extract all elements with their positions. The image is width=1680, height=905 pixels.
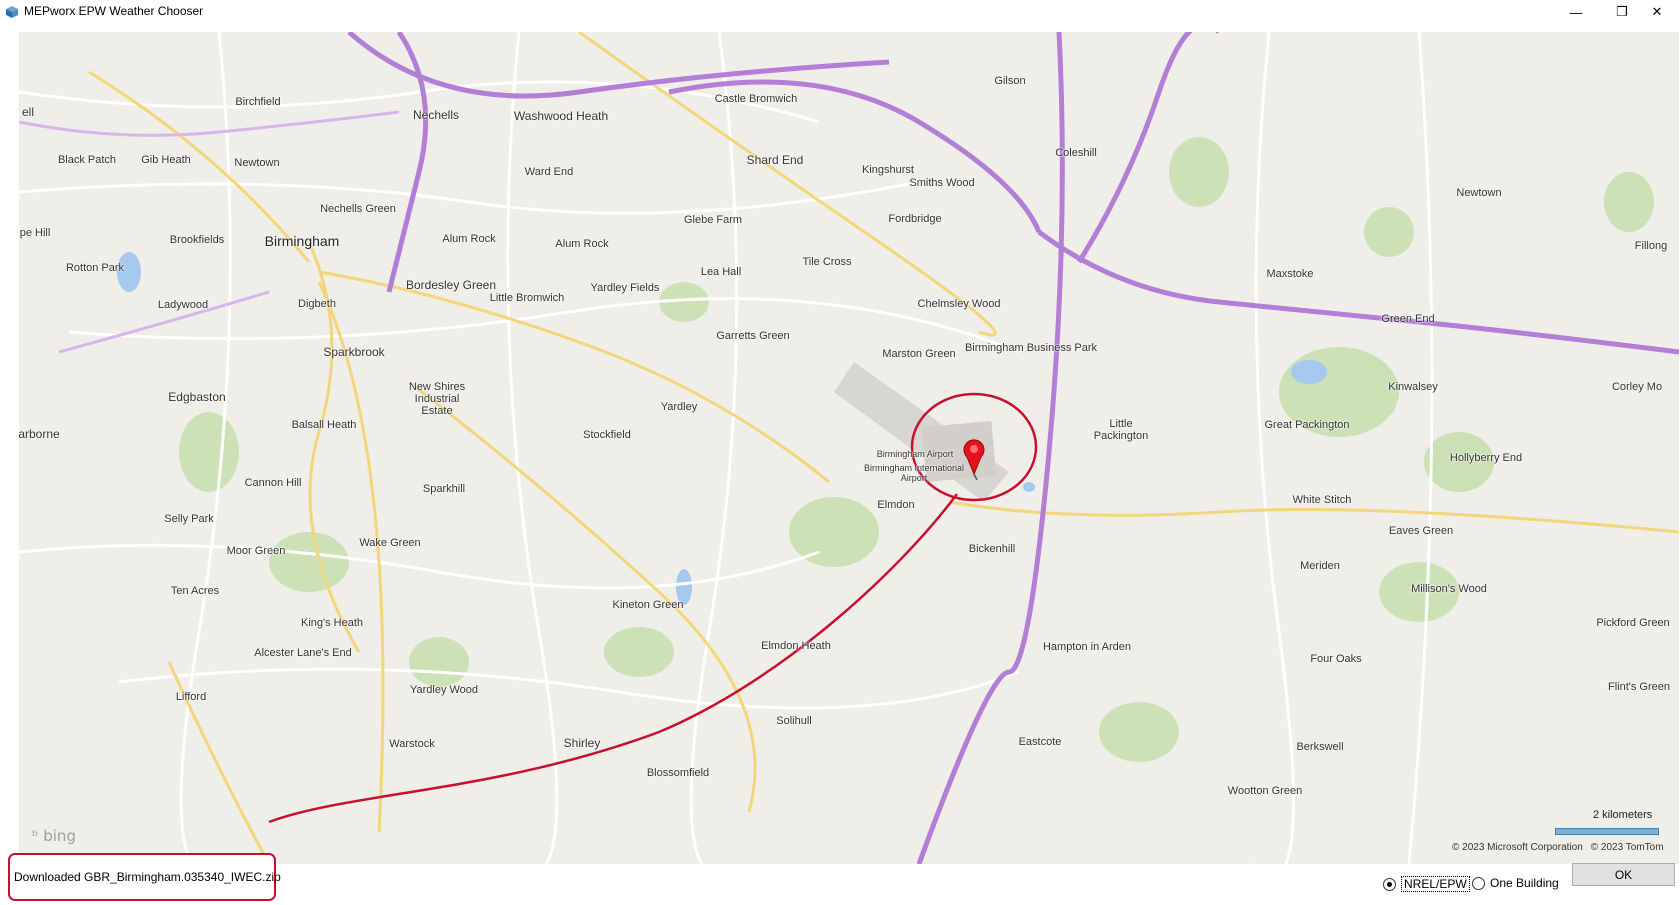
place-label: Washwood Heath (513, 109, 609, 123)
place-label: Black Patch (57, 154, 117, 166)
place-label: Eaves Green (1388, 525, 1454, 537)
bing-logo: ᵇ bing (32, 827, 76, 845)
place-label: Digbeth (298, 298, 336, 310)
scale-label: 2 kilometers (1593, 809, 1653, 821)
app-cube-icon (6, 6, 18, 18)
place-label: Sparkhill (422, 483, 466, 495)
place-label: Birmingham Business Park (964, 342, 1098, 354)
place-label: Yardley (660, 401, 698, 413)
window-titlebar: MEPworx EPW Weather Chooser — ❐ ✕ (0, 0, 1680, 24)
place-label: Moor Green (226, 545, 286, 557)
radio-unselected-icon[interactable] (1472, 876, 1485, 890)
place-label: Solihull (776, 715, 812, 727)
place-label: Hollyberry End (1449, 452, 1523, 464)
place-label: Ladywood (157, 299, 209, 311)
place-label: Fordbridge (888, 213, 942, 225)
source-option-one-building[interactable]: One Building (1472, 876, 1559, 890)
place-label: Lifford (175, 691, 207, 703)
scale-bar (1555, 828, 1659, 835)
source-option-nrel-epw[interactable]: NREL/EPW (1383, 876, 1470, 892)
place-label: Nechells (412, 108, 460, 122)
place-label: King's Heath (300, 617, 364, 629)
place-label: Marston Green (882, 348, 956, 360)
place-label: arborne (19, 427, 60, 441)
place-label: pe Hill (19, 227, 51, 239)
place-label: Elmdon (877, 499, 915, 511)
radio-label: NREL/EPW (1401, 876, 1470, 892)
place-label: Ten Acres (170, 585, 220, 597)
place-label: Ward End (524, 166, 574, 178)
place-label: Kineton Green (612, 599, 684, 611)
place-label: Berkswell (1296, 741, 1344, 753)
place-label: Meriden (1300, 560, 1340, 572)
place-label: Pickford Green (1596, 617, 1670, 629)
place-label: Coleshill (1055, 147, 1097, 159)
place-label: Selly Park (164, 513, 214, 525)
minimize-button[interactable]: — (1553, 0, 1599, 24)
place-label: Nechells Green (320, 203, 396, 215)
place-label: Shirley (563, 736, 601, 750)
place-label: Yardley Wood (409, 684, 479, 696)
place-label: Wake Green (359, 537, 421, 549)
place-label: Fillong (1634, 240, 1668, 252)
place-label: Birmingham (264, 233, 340, 249)
place-label: Bickenhill (968, 543, 1016, 555)
place-label: Gib Heath (141, 154, 191, 166)
place-label: Chelmsley Wood (917, 298, 1001, 310)
place-label: Maxstoke (1266, 268, 1314, 280)
place-label: Yardley Fields (590, 282, 660, 294)
place-label: Sparkbrook (323, 345, 385, 359)
status-message: Downloaded GBR_Birmingham.035340_IWEC.zi… (14, 870, 281, 884)
place-label: Tile Cross (802, 256, 852, 268)
place-label: Elmdon Heath (761, 640, 831, 652)
place-label: Newtown (234, 157, 280, 169)
place-label: Little Packington (1093, 418, 1149, 442)
place-label: Balsall Heath (291, 419, 357, 431)
place-label: Edgbaston (168, 390, 226, 404)
place-label: Alcester Lane's End (254, 647, 352, 659)
map-copyright: © 2023 Microsoft Corporation © 2023 TomTo… (1452, 842, 1664, 853)
place-label: Birmingham International Airport (863, 463, 965, 483)
place-label: Green End (1381, 313, 1435, 325)
place-label: Great Packington (1264, 419, 1350, 431)
place-label: Newtown (1456, 187, 1502, 199)
radio-selected-icon[interactable] (1383, 877, 1396, 891)
window-title: MEPworx EPW Weather Chooser (24, 4, 204, 18)
place-label: Hampton in Arden (1042, 641, 1132, 653)
radio-label: One Building (1490, 876, 1559, 890)
place-label: Kingshurst (862, 164, 914, 176)
place-label: Gilson (994, 75, 1026, 87)
place-label: Millison's Wood (1411, 583, 1487, 595)
place-label: Birmingham Airport (876, 449, 954, 459)
place-label: Brookfields (169, 234, 225, 246)
place-label: Rotton Park (65, 262, 125, 274)
place-label: Shard End (746, 153, 804, 167)
place-label: ell (21, 105, 35, 119)
place-label: Little Bromwich (489, 292, 565, 304)
place-label: Glebe Farm (683, 214, 743, 226)
place-label: Blossomfield (646, 767, 710, 779)
map-view[interactable]: Nechells Washwood Heath Birchfield Castl… (19, 32, 1679, 864)
place-label: Lea Hall (700, 266, 742, 278)
place-label: Warstock (389, 738, 435, 750)
place-label: Four Oaks (1310, 653, 1362, 665)
place-label: Corley Mo (1611, 381, 1663, 393)
place-label: Kinwalsey (1388, 381, 1438, 393)
place-label: Bordesley Green (405, 278, 497, 292)
close-button[interactable]: ✕ (1634, 0, 1680, 24)
place-label: Cannon Hill (244, 477, 302, 489)
place-label: Birchfield (235, 96, 281, 108)
place-label: Garretts Green (716, 330, 790, 342)
place-label: Smiths Wood (909, 177, 975, 189)
place-label: Castle Bromwich (714, 93, 798, 105)
ok-button[interactable]: OK (1572, 863, 1675, 886)
place-label: Alum Rock (555, 238, 609, 250)
place-label: Alum Rock (442, 233, 496, 245)
place-label: New Shires Industrial Estate (408, 381, 466, 417)
place-label: Eastcote (1018, 736, 1062, 748)
place-label: White Stitch (1292, 494, 1352, 506)
place-label: Stockfield (583, 429, 631, 441)
place-label: Flint's Green (1607, 681, 1671, 693)
place-label: Wootton Green (1227, 785, 1303, 797)
